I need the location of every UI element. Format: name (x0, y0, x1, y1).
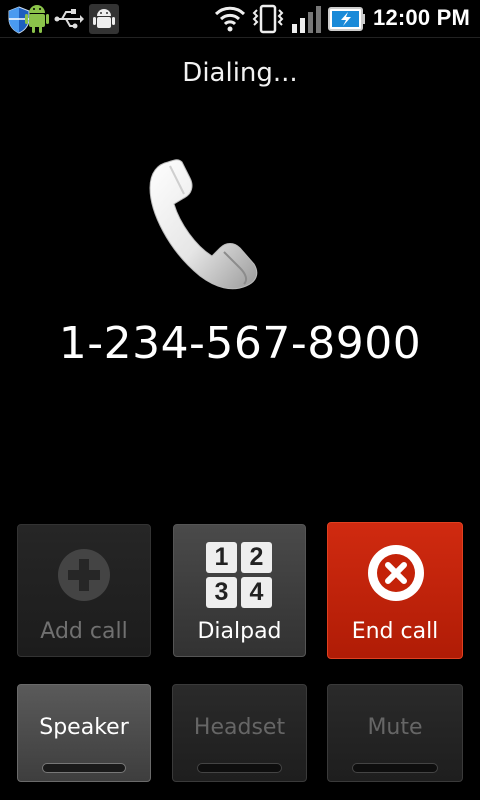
status-bar: 12:00 PM (0, 0, 480, 38)
headset-toggle[interactable]: Headset (172, 684, 307, 782)
add-icon (58, 549, 110, 601)
end-call-button[interactable]: End call (327, 522, 463, 659)
add-call-button[interactable]: Add call (17, 524, 151, 657)
wifi-icon (214, 6, 246, 32)
vibrate-icon (252, 4, 284, 34)
add-call-label: Add call (40, 619, 128, 644)
dialpad-key-4: 4 (241, 577, 272, 608)
dialpad-icon: 1 2 3 4 (206, 542, 272, 608)
usb-icon (54, 9, 84, 29)
dialpad-button[interactable]: 1 2 3 4 Dialpad (173, 524, 306, 657)
dialpad-key-2: 2 (241, 542, 272, 573)
status-time: 12:00 PM (373, 5, 470, 30)
speaker-toggle[interactable]: Speaker (17, 684, 151, 782)
in-call-screen: 12:00 PM Dialing... 1-234-567-8900 Add c… (0, 0, 480, 800)
mute-toggle[interactable]: Mute (327, 684, 463, 782)
battery-charging-icon (328, 7, 365, 31)
dialpad-label: Dialpad (197, 619, 282, 644)
signal-icon (292, 6, 321, 33)
speaker-indicator (42, 763, 126, 773)
end-call-label: End call (351, 619, 439, 644)
android-icon (25, 5, 49, 33)
dialpad-key-3: 3 (206, 577, 237, 608)
phone-number: 1-234-567-8900 (58, 318, 422, 369)
mute-label: Mute (367, 715, 423, 740)
mute-indicator (352, 763, 438, 773)
android-debug-icon (89, 4, 119, 34)
speaker-label: Speaker (39, 715, 129, 740)
phone-handset-icon (149, 159, 258, 290)
call-status: Dialing... (182, 58, 298, 88)
dialpad-key-1: 1 (206, 542, 237, 573)
end-call-icon (368, 545, 424, 601)
headset-indicator (197, 763, 282, 773)
headset-label: Headset (193, 715, 286, 740)
